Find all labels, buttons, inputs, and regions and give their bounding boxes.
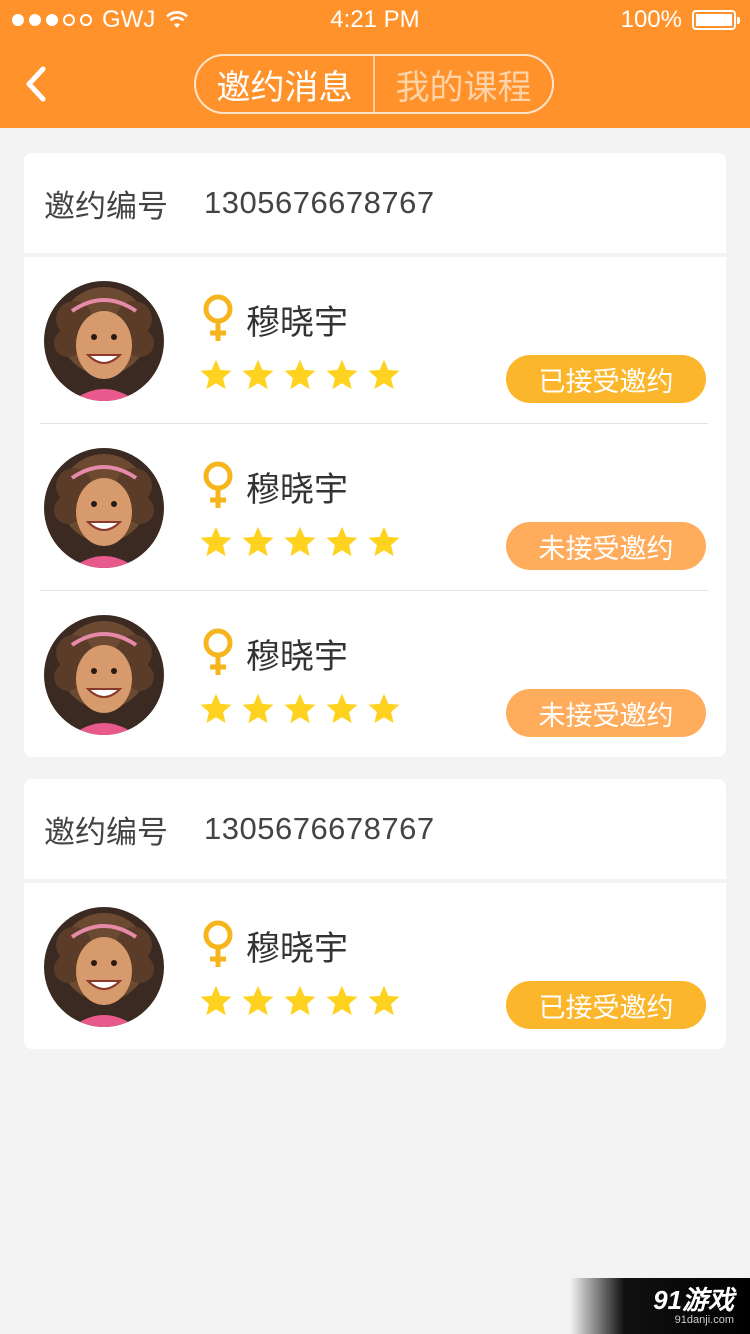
star-icon bbox=[284, 693, 316, 724]
battery-percent: 100% bbox=[620, 6, 682, 33]
star-icon bbox=[368, 693, 400, 724]
avatar bbox=[44, 615, 164, 735]
star-icon bbox=[326, 359, 358, 390]
star-icon bbox=[368, 526, 400, 557]
watermark-url: 91danji.com bbox=[674, 1314, 734, 1326]
top-bar: GWJ 4:21 PM 100% 邀约消息 我的课程 bbox=[0, 0, 750, 128]
star-icon bbox=[200, 985, 232, 1016]
star-icon bbox=[326, 693, 358, 724]
invitee-row[interactable]: 穆晓宇 已接受邀约 bbox=[40, 883, 708, 1049]
avatar bbox=[44, 907, 164, 1027]
rating-stars bbox=[198, 983, 402, 1019]
rating-stars bbox=[198, 524, 402, 560]
segmented-control: 邀约消息 我的课程 bbox=[194, 54, 554, 114]
rating-stars bbox=[198, 357, 402, 393]
tab-invitations[interactable]: 邀约消息 bbox=[196, 56, 373, 112]
watermark-logo: 91游戏 91danji.com bbox=[570, 1278, 750, 1334]
invitation-card: 邀约编号 1305676678767 穆晓宇 已接受邀约 穆晓宇 未接受邀约 穆… bbox=[24, 153, 726, 757]
avatar bbox=[44, 281, 164, 401]
star-icon bbox=[326, 985, 358, 1016]
female-icon bbox=[200, 919, 236, 971]
female-icon bbox=[200, 627, 236, 679]
status-badge[interactable]: 已接受邀约 bbox=[506, 355, 706, 403]
rating-stars bbox=[198, 691, 402, 727]
chevron-left-icon bbox=[26, 66, 46, 102]
star-icon bbox=[242, 359, 274, 390]
invitee-name: 穆晓宇 bbox=[246, 304, 348, 342]
invitation-id-value: 1305676678767 bbox=[204, 811, 435, 846]
tab-my-courses[interactable]: 我的课程 bbox=[373, 56, 552, 112]
star-icon bbox=[368, 985, 400, 1016]
invitee-row[interactable]: 穆晓宇 未接受邀约 bbox=[40, 590, 708, 757]
invitee-name: 穆晓宇 bbox=[246, 930, 348, 968]
female-icon bbox=[200, 460, 236, 512]
invitee-row[interactable]: 穆晓宇 已接受邀约 bbox=[40, 257, 708, 423]
invitation-id-value: 1305676678767 bbox=[204, 185, 435, 220]
invitation-id-label: 邀约编号 bbox=[44, 814, 168, 850]
star-icon bbox=[200, 359, 232, 390]
avatar bbox=[44, 448, 164, 568]
invitee-row[interactable]: 穆晓宇 未接受邀约 bbox=[40, 423, 708, 590]
invitee-name: 穆晓宇 bbox=[246, 638, 348, 676]
star-icon bbox=[242, 526, 274, 557]
status-badge[interactable]: 未接受邀约 bbox=[506, 689, 706, 737]
star-icon bbox=[368, 359, 400, 390]
status-badge[interactable]: 已接受邀约 bbox=[506, 981, 706, 1029]
star-icon bbox=[200, 693, 232, 724]
invitation-card: 邀约编号 1305676678767 穆晓宇 已接受邀约 bbox=[24, 779, 726, 1049]
star-icon bbox=[284, 985, 316, 1016]
female-icon bbox=[200, 293, 236, 345]
star-icon bbox=[284, 359, 316, 390]
invitee-name: 穆晓宇 bbox=[246, 471, 348, 509]
invitation-id-label: 邀约编号 bbox=[44, 188, 168, 224]
star-icon bbox=[242, 985, 274, 1016]
status-badge[interactable]: 未接受邀约 bbox=[506, 522, 706, 570]
invitation-header: 邀约编号 1305676678767 bbox=[24, 779, 726, 883]
star-icon bbox=[284, 526, 316, 557]
invitation-header: 邀约编号 1305676678767 bbox=[24, 153, 726, 257]
battery-icon bbox=[692, 10, 740, 30]
watermark-logo-text: 91游戏 bbox=[653, 1285, 734, 1315]
star-icon bbox=[200, 526, 232, 557]
status-bar: GWJ 4:21 PM 100% bbox=[0, 0, 750, 40]
star-icon bbox=[326, 526, 358, 557]
star-icon bbox=[242, 693, 274, 724]
back-button[interactable] bbox=[18, 62, 54, 106]
